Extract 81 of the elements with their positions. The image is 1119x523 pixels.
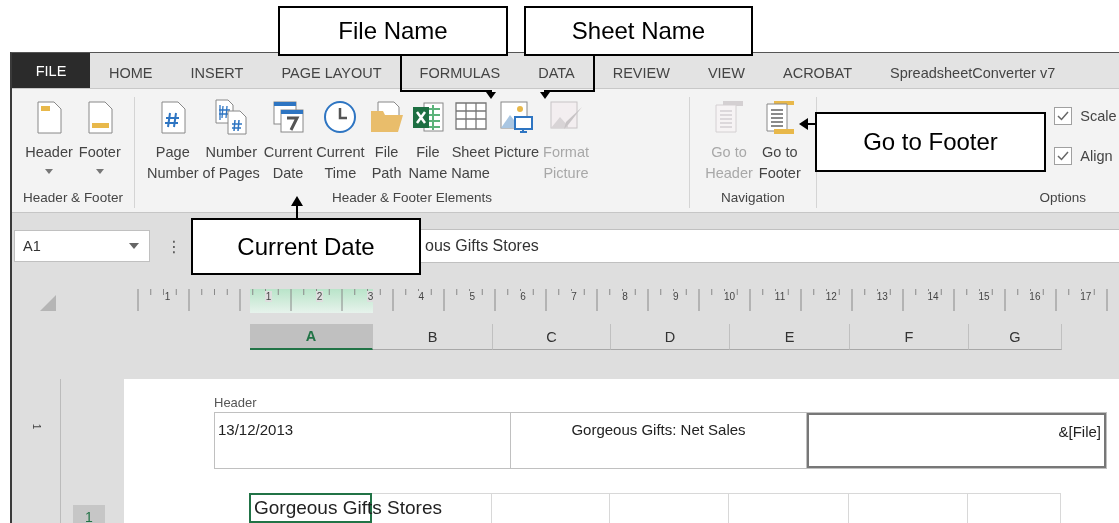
ruler-label: 9 bbox=[672, 291, 680, 302]
ruler-label: 14 bbox=[926, 291, 940, 302]
ruler-label: 10 bbox=[722, 291, 737, 302]
callout-arrow bbox=[291, 196, 303, 219]
checkbox[interactable] bbox=[1054, 147, 1073, 165]
ruler-label: 11 bbox=[773, 291, 787, 302]
group-label: Header & Footer Elements bbox=[332, 190, 492, 207]
group-label: Options bbox=[1039, 190, 1086, 207]
ribbon-button[interactable]: Current Date bbox=[261, 97, 315, 189]
ruler-label: 13 bbox=[875, 291, 889, 302]
checkbox-label: Scale bbox=[1080, 108, 1117, 124]
folder-icon bbox=[368, 99, 405, 135]
callout-arrow bbox=[540, 55, 595, 99]
ruler-label: 12 bbox=[824, 291, 838, 302]
pages-icon bbox=[213, 99, 250, 135]
ruler-label: 2 bbox=[315, 291, 324, 302]
group-label: Header & Footer bbox=[23, 190, 123, 207]
column-header[interactable]: C bbox=[493, 324, 611, 350]
header-section[interactable]: Gorgeous Gifts: Net Sales bbox=[511, 413, 807, 468]
table-cell[interactable] bbox=[849, 493, 968, 523]
ruler-label: 17 bbox=[1079, 291, 1093, 302]
column-header[interactable]: B bbox=[373, 324, 493, 350]
calendar-icon bbox=[270, 99, 306, 135]
ribbon-button[interactable]: Header bbox=[23, 97, 75, 189]
column-header[interactable]: F bbox=[850, 324, 969, 350]
ribbon-button[interactable]: Current Time bbox=[314, 97, 367, 189]
ribbon-tab[interactable]: REVIEW bbox=[593, 60, 689, 88]
ruler-label: 3 bbox=[366, 291, 375, 302]
callout-tooltip: Current Date bbox=[191, 218, 421, 275]
ribbon-tab[interactable]: DATA bbox=[519, 60, 594, 88]
ribbon-tab[interactable]: INSERT bbox=[171, 60, 263, 88]
ribbon-tab[interactable]: VIEW bbox=[688, 60, 764, 88]
ruler-label: 8 bbox=[621, 291, 629, 302]
select-all-icon[interactable] bbox=[40, 295, 56, 311]
ribbon-button[interactable]: Footer bbox=[76, 97, 123, 189]
table-cell[interactable] bbox=[610, 493, 729, 523]
ruler-label: 1 bbox=[163, 291, 172, 302]
ribbon-button[interactable]: File Path bbox=[366, 97, 407, 189]
ruler-label: 6 bbox=[519, 291, 527, 302]
callout-arrow bbox=[799, 118, 816, 130]
ruler-label: 1 bbox=[31, 423, 43, 430]
ribbon-tab[interactable]: FILE bbox=[12, 53, 90, 88]
dropdown-icon[interactable] bbox=[129, 243, 139, 249]
ribbon-tab[interactable]: ACROBAT bbox=[764, 60, 871, 88]
callout-tooltip: File Name bbox=[278, 6, 508, 56]
more-icon[interactable]: ⋮ bbox=[166, 236, 182, 256]
name-box-value: A1 bbox=[23, 238, 41, 254]
clock-icon bbox=[322, 99, 359, 135]
column-header[interactable]: D bbox=[611, 324, 730, 350]
table-cell[interactable] bbox=[492, 493, 610, 523]
column-header[interactable]: G bbox=[969, 324, 1062, 350]
header-section[interactable]: &[File] bbox=[807, 413, 1106, 468]
formula-text: ous Gifts Stores bbox=[425, 237, 539, 255]
callout-tooltip: Go to Footer bbox=[815, 112, 1046, 172]
header-section[interactable]: 13/12/2013 bbox=[215, 413, 511, 468]
ribbon-tab[interactable]: HOME bbox=[90, 60, 172, 88]
ribbon-button[interactable]: Page Number bbox=[145, 97, 201, 189]
group-label: Navigation bbox=[721, 190, 785, 207]
ruler-label: 7 bbox=[570, 291, 578, 302]
picture-icon bbox=[498, 99, 535, 135]
ruler-label: 15 bbox=[977, 291, 991, 302]
ribbon-tab[interactable]: PAGE LAYOUT bbox=[262, 60, 401, 88]
ruler-label: 1 bbox=[264, 291, 273, 302]
ribbon-tab[interactable]: SpreadsheetConverter v7 bbox=[871, 60, 1075, 88]
callout-tooltip: Sheet Name bbox=[524, 6, 753, 56]
ribbon-button[interactable]: Picture bbox=[491, 97, 542, 189]
table-cell[interactable] bbox=[729, 493, 849, 523]
ruler-label: 5 bbox=[468, 291, 476, 302]
table-cell[interactable] bbox=[968, 493, 1061, 523]
ribbon-button[interactable]: File Name bbox=[406, 97, 450, 189]
name-box[interactable]: A1 bbox=[14, 230, 150, 262]
ruler-label: 4 bbox=[417, 291, 426, 302]
ribbon-tab[interactable]: FORMULAS bbox=[400, 60, 520, 88]
ribbon-button[interactable]: Sheet Name bbox=[449, 97, 492, 189]
checkbox[interactable] bbox=[1054, 107, 1073, 125]
checkbox-label: Align bbox=[1080, 148, 1113, 164]
ribbon-button[interactable]: Number of Pages bbox=[200, 97, 262, 189]
header-label: Header bbox=[214, 395, 258, 412]
ruler-label: 16 bbox=[1028, 291, 1042, 302]
ribbon-button[interactable]: Go to Footer bbox=[756, 97, 803, 189]
column-header[interactable]: E bbox=[730, 324, 850, 350]
